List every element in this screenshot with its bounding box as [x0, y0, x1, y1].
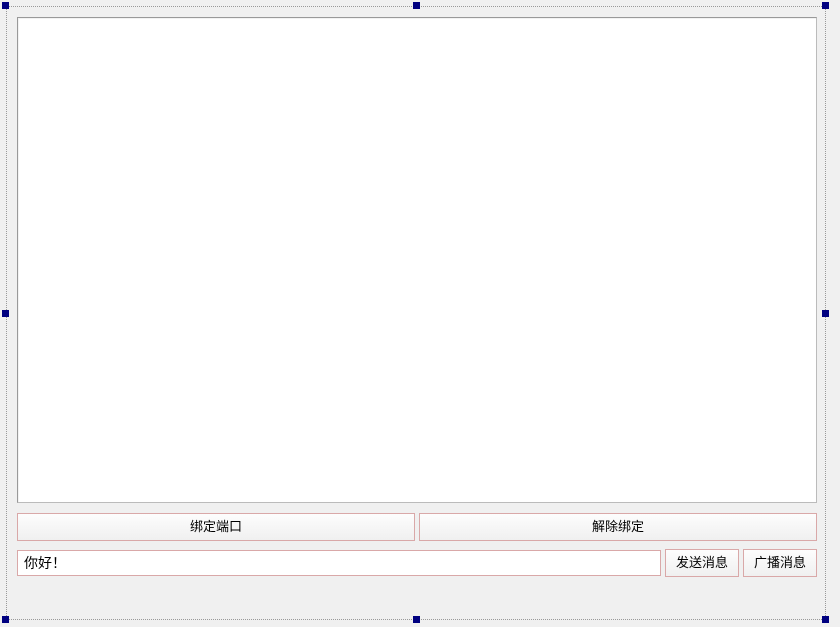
form-container: 绑定端口 解除绑定 发送消息 广播消息	[7, 7, 825, 619]
resize-handle-top-center[interactable]	[413, 2, 420, 9]
resize-handle-top-right[interactable]	[822, 2, 829, 9]
message-input-row: 发送消息 广播消息	[17, 549, 817, 577]
resize-handle-bottom-left[interactable]	[2, 616, 9, 623]
broadcast-message-button[interactable]: 广播消息	[743, 549, 817, 577]
resize-handle-bottom-right[interactable]	[822, 616, 829, 623]
port-button-row: 绑定端口 解除绑定	[17, 513, 817, 541]
form-designer-canvas[interactable]: 绑定端口 解除绑定 发送消息 广播消息	[6, 6, 826, 620]
unbind-button[interactable]: 解除绑定	[419, 513, 817, 541]
resize-handle-bottom-center[interactable]	[413, 616, 420, 623]
resize-handle-middle-left[interactable]	[2, 310, 9, 317]
resize-handle-middle-right[interactable]	[822, 310, 829, 317]
send-message-button[interactable]: 发送消息	[665, 549, 739, 577]
message-input[interactable]	[17, 550, 661, 576]
resize-handle-top-left[interactable]	[2, 2, 9, 9]
output-textarea[interactable]	[17, 17, 817, 503]
bind-port-button[interactable]: 绑定端口	[17, 513, 415, 541]
